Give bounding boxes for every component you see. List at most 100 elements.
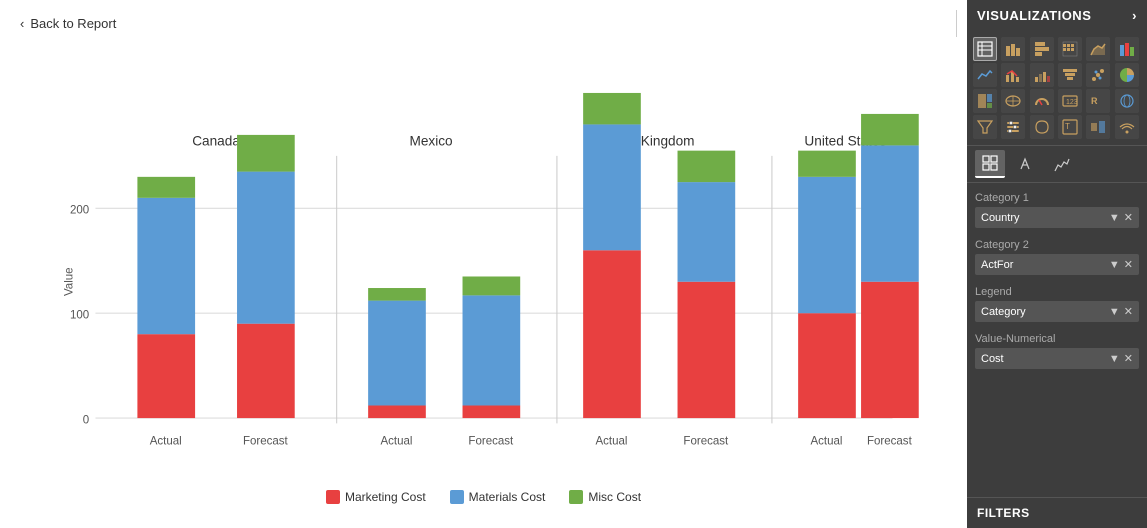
fields-section: Category 1 Country ▼ ✕ Category 2 ActFor… bbox=[967, 183, 1147, 497]
viz-icon-column[interactable] bbox=[1030, 37, 1054, 61]
uk-actual-blue bbox=[583, 124, 641, 250]
cost-field-name: Cost bbox=[981, 353, 1109, 365]
category-field-name: Category bbox=[981, 306, 1109, 318]
filters-title: FILTERS bbox=[977, 506, 1030, 520]
viz-icon-gauge[interactable] bbox=[1030, 89, 1054, 113]
viz-icon-line[interactable] bbox=[1058, 37, 1082, 61]
country-field-row: Country ▼ ✕ bbox=[975, 207, 1139, 228]
y-tick-200: 200 bbox=[70, 205, 89, 217]
viz-icon-kpi[interactable]: R bbox=[1086, 89, 1110, 113]
canada-actual-green bbox=[137, 177, 195, 198]
viz-icon-globe[interactable] bbox=[1115, 89, 1139, 113]
mexico-forecast-red bbox=[463, 405, 521, 418]
actfor-field-icons: ▼ ✕ bbox=[1109, 258, 1133, 271]
country-field-name: Country bbox=[981, 212, 1109, 224]
viz-icon-filter[interactable] bbox=[973, 115, 997, 139]
us-forecast-green bbox=[861, 114, 919, 145]
uk-forecast-blue bbox=[678, 182, 736, 282]
category-field-icons: ▼ ✕ bbox=[1109, 305, 1133, 318]
canada-actual-blue bbox=[137, 198, 195, 334]
legend-misc: Misc Cost bbox=[569, 490, 641, 504]
analytics-tool-btn[interactable] bbox=[1047, 150, 1077, 178]
y-tick-100: 100 bbox=[70, 309, 89, 321]
viz-icon-map[interactable] bbox=[1001, 89, 1025, 113]
viz-icon-combo[interactable] bbox=[1001, 63, 1025, 87]
us-actual-red bbox=[798, 313, 856, 418]
uk-actual-green bbox=[583, 93, 641, 124]
category-remove-icon[interactable]: ✕ bbox=[1124, 305, 1133, 318]
mexico-forecast-label: Forecast bbox=[468, 435, 514, 447]
country-dropdown-icon[interactable]: ▼ bbox=[1109, 212, 1120, 224]
legend-materials: Materials Cost bbox=[450, 490, 546, 504]
category-field-row: Category ▼ ✕ bbox=[975, 301, 1139, 322]
us-actual-green bbox=[798, 151, 856, 177]
us-forecast-blue bbox=[861, 145, 919, 281]
viz-panel-chevron[interactable]: › bbox=[1132, 8, 1137, 23]
viz-icon-slicer[interactable] bbox=[1001, 115, 1025, 139]
uk-forecast-green bbox=[678, 151, 736, 182]
viz-icon-bar[interactable] bbox=[1001, 37, 1025, 61]
canada-forecast-blue bbox=[237, 172, 295, 324]
fields-tool-btn[interactable] bbox=[975, 150, 1005, 178]
svg-text:T: T bbox=[1065, 122, 1070, 131]
actfor-dropdown-icon[interactable]: ▼ bbox=[1109, 259, 1120, 271]
mexico-actual-label: Actual bbox=[380, 435, 412, 447]
country-field-icons: ▼ ✕ bbox=[1109, 211, 1133, 224]
viz-icon-table[interactable] bbox=[973, 37, 997, 61]
viz-icon-treemap[interactable] bbox=[973, 89, 997, 113]
mexico-forecast-green bbox=[463, 276, 521, 295]
mexico-forecast-blue bbox=[463, 295, 521, 405]
format-tool-btn[interactable] bbox=[1011, 150, 1041, 178]
viz-icon-wifi[interactable] bbox=[1115, 115, 1139, 139]
svg-text:R: R bbox=[1091, 96, 1098, 106]
back-label: Back to Report bbox=[30, 16, 116, 31]
us-forecast-label: Forecast bbox=[867, 435, 913, 447]
actfor-field-name: ActFor bbox=[981, 259, 1109, 271]
mexico-title: Mexico bbox=[409, 133, 452, 148]
marketing-color bbox=[326, 490, 340, 504]
us-actual-blue bbox=[798, 177, 856, 313]
cost-dropdown-icon[interactable]: ▼ bbox=[1109, 353, 1120, 365]
y-tick-0: 0 bbox=[83, 414, 89, 426]
viz-tools-bar bbox=[967, 145, 1147, 183]
canada-forecast-label: Forecast bbox=[243, 435, 289, 447]
category-dropdown-icon[interactable]: ▼ bbox=[1109, 306, 1120, 318]
viz-icon-ribbon[interactable] bbox=[1115, 37, 1139, 61]
viz-icon-card[interactable]: 123 bbox=[1058, 89, 1082, 113]
viz-icon-shape[interactable] bbox=[1030, 115, 1054, 139]
us-actual-label: Actual bbox=[810, 435, 842, 447]
viz-panel-header: VISUALIZATIONS › bbox=[967, 0, 1147, 31]
chart-container: Value 0 100 200 Canada Actual Forecast bbox=[10, 41, 957, 486]
cost-field-row: Cost ▼ ✕ bbox=[975, 348, 1139, 369]
canada-actual-red bbox=[137, 334, 195, 418]
back-to-report-button[interactable]: ‹ Back to Report bbox=[10, 10, 957, 37]
viz-icon-scatter[interactable] bbox=[1086, 63, 1110, 87]
actfor-remove-icon[interactable]: ✕ bbox=[1124, 258, 1133, 271]
viz-icon-line2[interactable] bbox=[973, 63, 997, 87]
value-label: Value-Numerical bbox=[975, 328, 1139, 348]
viz-icon-waterfall[interactable] bbox=[1030, 63, 1054, 87]
uk-forecast-label: Forecast bbox=[683, 435, 729, 447]
viz-icon-funnel[interactable] bbox=[1058, 63, 1082, 87]
uk-actual-label: Actual bbox=[595, 435, 627, 447]
viz-icon-textbox[interactable]: T bbox=[1058, 115, 1082, 139]
viz-icon-custom1[interactable] bbox=[1086, 115, 1110, 139]
filters-header: FILTERS bbox=[967, 497, 1147, 528]
visualizations-panel: VISUALIZATIONS › bbox=[967, 0, 1147, 528]
category2-label: Category 2 bbox=[975, 234, 1139, 254]
country-remove-icon[interactable]: ✕ bbox=[1124, 211, 1133, 224]
viz-icon-area[interactable] bbox=[1086, 37, 1110, 61]
canada-actual-label: Actual bbox=[150, 435, 182, 447]
uk-actual-red bbox=[583, 250, 641, 418]
actfor-field-row: ActFor ▼ ✕ bbox=[975, 254, 1139, 275]
mexico-actual-green bbox=[368, 288, 426, 301]
chart-legend: Marketing Cost Materials Cost Misc Cost bbox=[10, 490, 957, 504]
marketing-label: Marketing Cost bbox=[345, 490, 426, 504]
bar-chart: Value 0 100 200 Canada Actual Forecast bbox=[30, 51, 937, 481]
y-axis-label: Value bbox=[63, 267, 75, 296]
materials-label: Materials Cost bbox=[469, 490, 546, 504]
canada-forecast-green bbox=[237, 135, 295, 172]
us-forecast-red bbox=[861, 282, 919, 418]
cost-remove-icon[interactable]: ✕ bbox=[1124, 352, 1133, 365]
viz-icon-pie[interactable] bbox=[1115, 63, 1139, 87]
